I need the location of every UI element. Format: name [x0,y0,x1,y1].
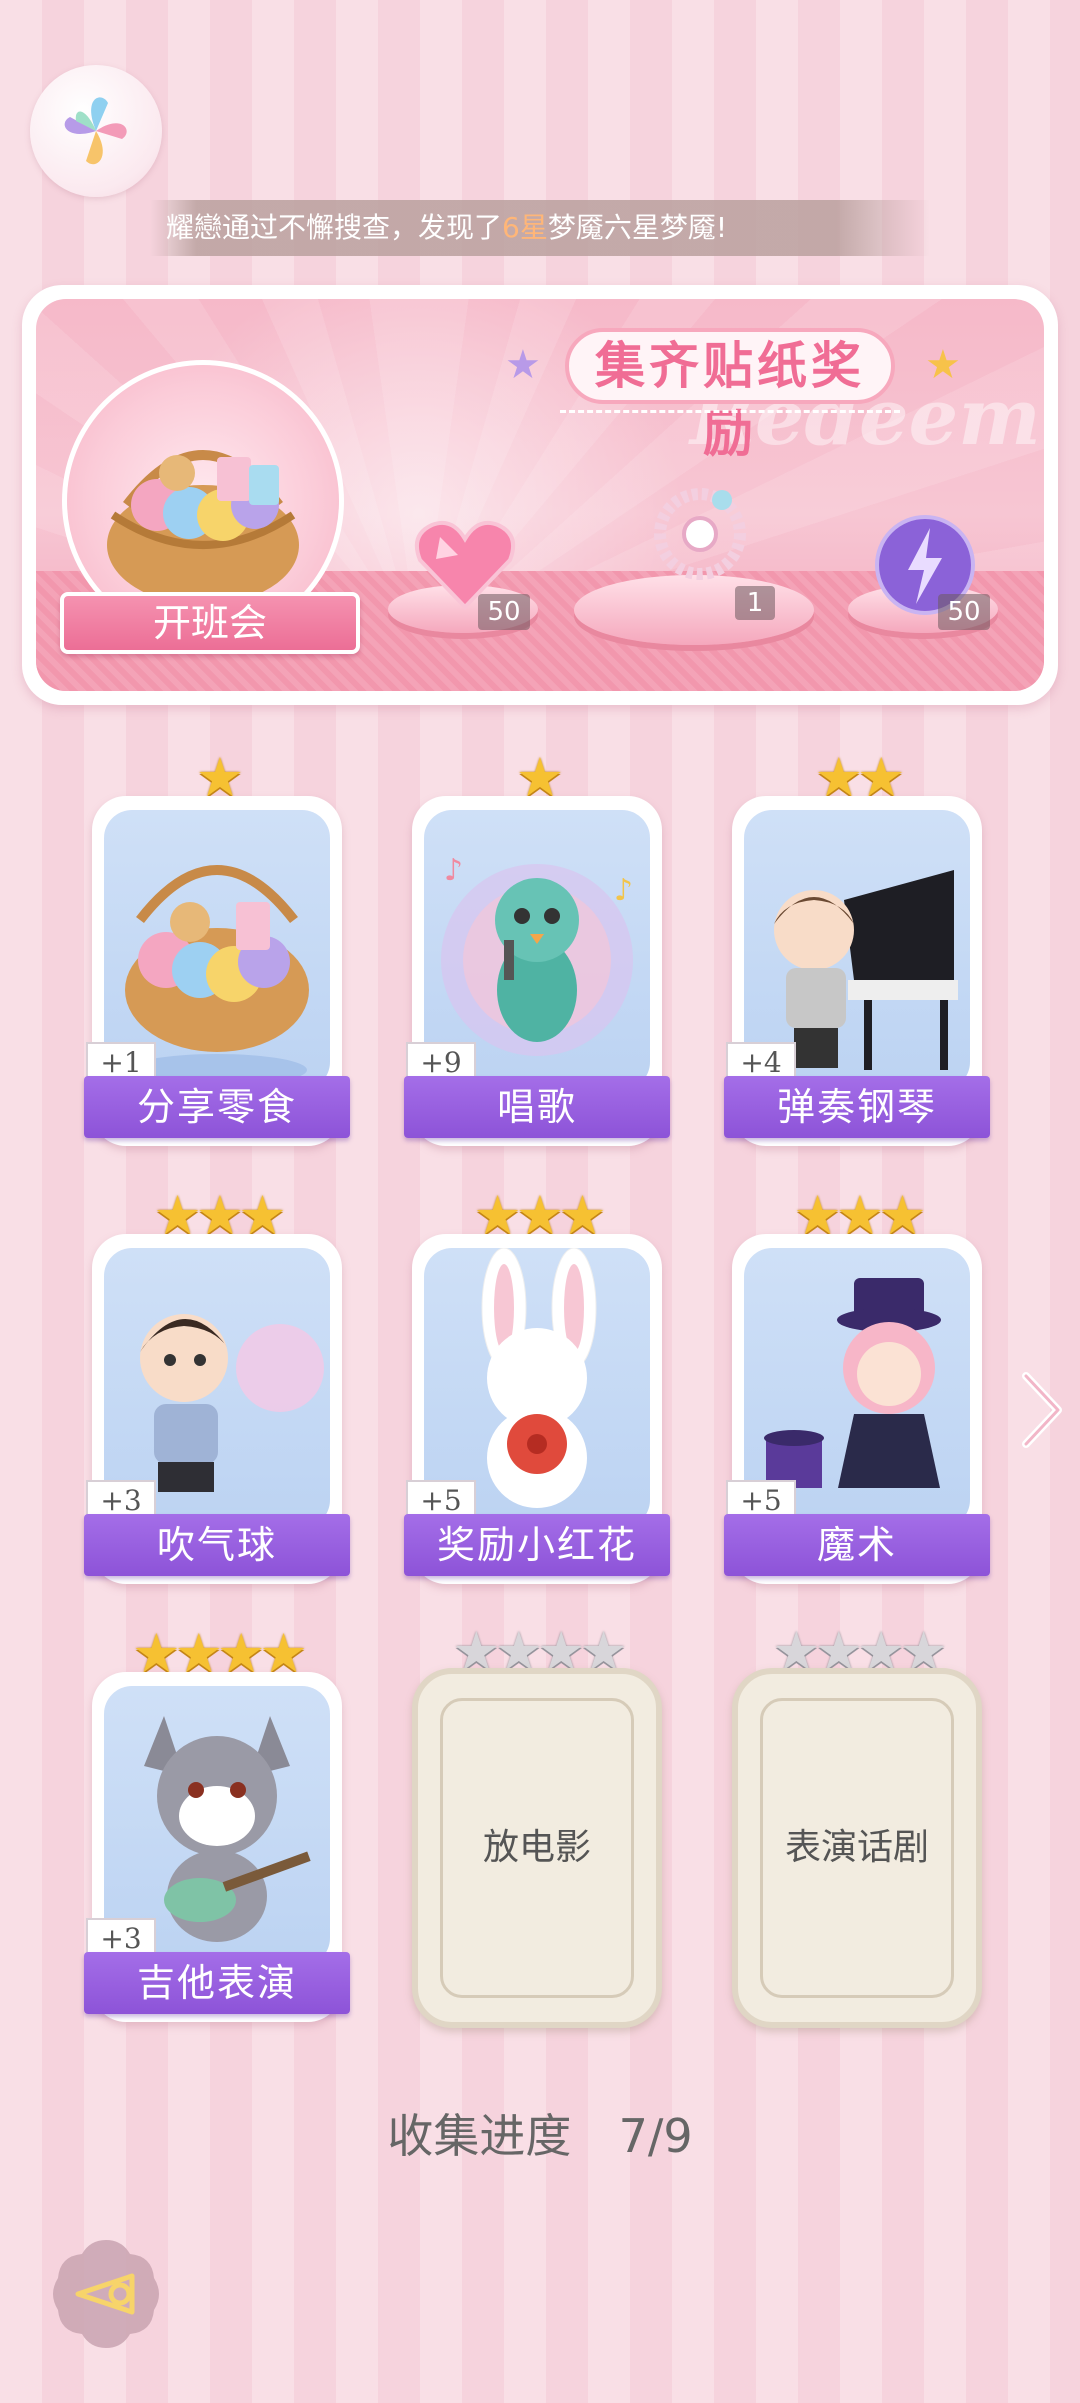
svg-text:♪: ♪ [444,853,463,888]
card-label: 弹奏钢琴 [724,1076,990,1138]
reward-title: 集齐贴纸奖励 [565,328,895,463]
progress-label: 收集进度 [387,2109,572,2163]
ticker-highlight: 6星 [502,211,548,244]
class-meeting-label: 开班会 [60,592,360,654]
progress-value: 7/9 [618,2109,693,2163]
reward-title-banner: ★ 集齐贴纸奖励 ★ [505,328,965,463]
card-label: 唱歌 [404,1076,670,1138]
collection-progress: 收集进度 7/9 [0,2100,1080,2166]
sticker-card-singing[interactable]: ★ ♪ ♪ +9 唱歌 [404,748,670,1146]
svg-text:♪: ♪ [614,873,633,908]
sticker-card-movie-locked[interactable]: ★★★★ 放电影 [412,1622,662,2028]
card-label: 吹气球 [84,1514,350,1576]
title-divider [560,410,900,415]
reward-count-orb: 50 [938,594,990,630]
card-label: 魔术 [724,1514,990,1576]
ticker-suffix: 梦魇六星梦魇! [547,211,728,244]
ticker-prefix: 耀戀通过不懈搜查，发现了 [166,211,503,244]
sticker-card-piano[interactable]: ★★ +4 弹奏钢琴 [724,748,990,1146]
jewel-ring-icon[interactable] [640,470,760,594]
reward-count-heart: 50 [478,594,530,630]
sticker-card-guitar[interactable]: ★★★★ +3 吉他表演 [84,1624,350,2022]
card-label: 吉他表演 [84,1952,350,2014]
back-button[interactable] [48,2236,164,2352]
pinwheel-logo-icon [64,97,127,165]
sticker-card-red-flower[interactable]: ★★★ +5 奖励小红花 [404,1186,670,1584]
sticker-card-magic[interactable]: ★★★ +5 魔术 [724,1186,990,1584]
sticker-card-drama-locked[interactable]: ★★★★ 表演话剧 [732,1622,982,2028]
card-label: 奖励小红花 [404,1514,670,1576]
announcement-ticker: 耀戀通过不懈搜查，发现了6星梦魇六星梦魇! [150,200,930,256]
card-label: 放电影 [482,1827,591,1868]
purple-star-icon: ★ [505,342,541,388]
card-label: 表演话剧 [784,1827,929,1868]
reward-count-ring: 1 [735,586,775,620]
yellow-star-icon: ★ [925,342,961,388]
chevron-right-icon[interactable] [1020,1370,1064,1454]
back-arrow-icon [53,2240,159,2348]
app-logo[interactable] [30,65,162,197]
sticker-card-share-snacks[interactable]: ★ +1 分享零食 [84,748,350,1146]
card-label: 分享零食 [84,1076,350,1138]
sticker-card-bubble[interactable]: ★★★ +3 吹气球 [84,1186,350,1584]
